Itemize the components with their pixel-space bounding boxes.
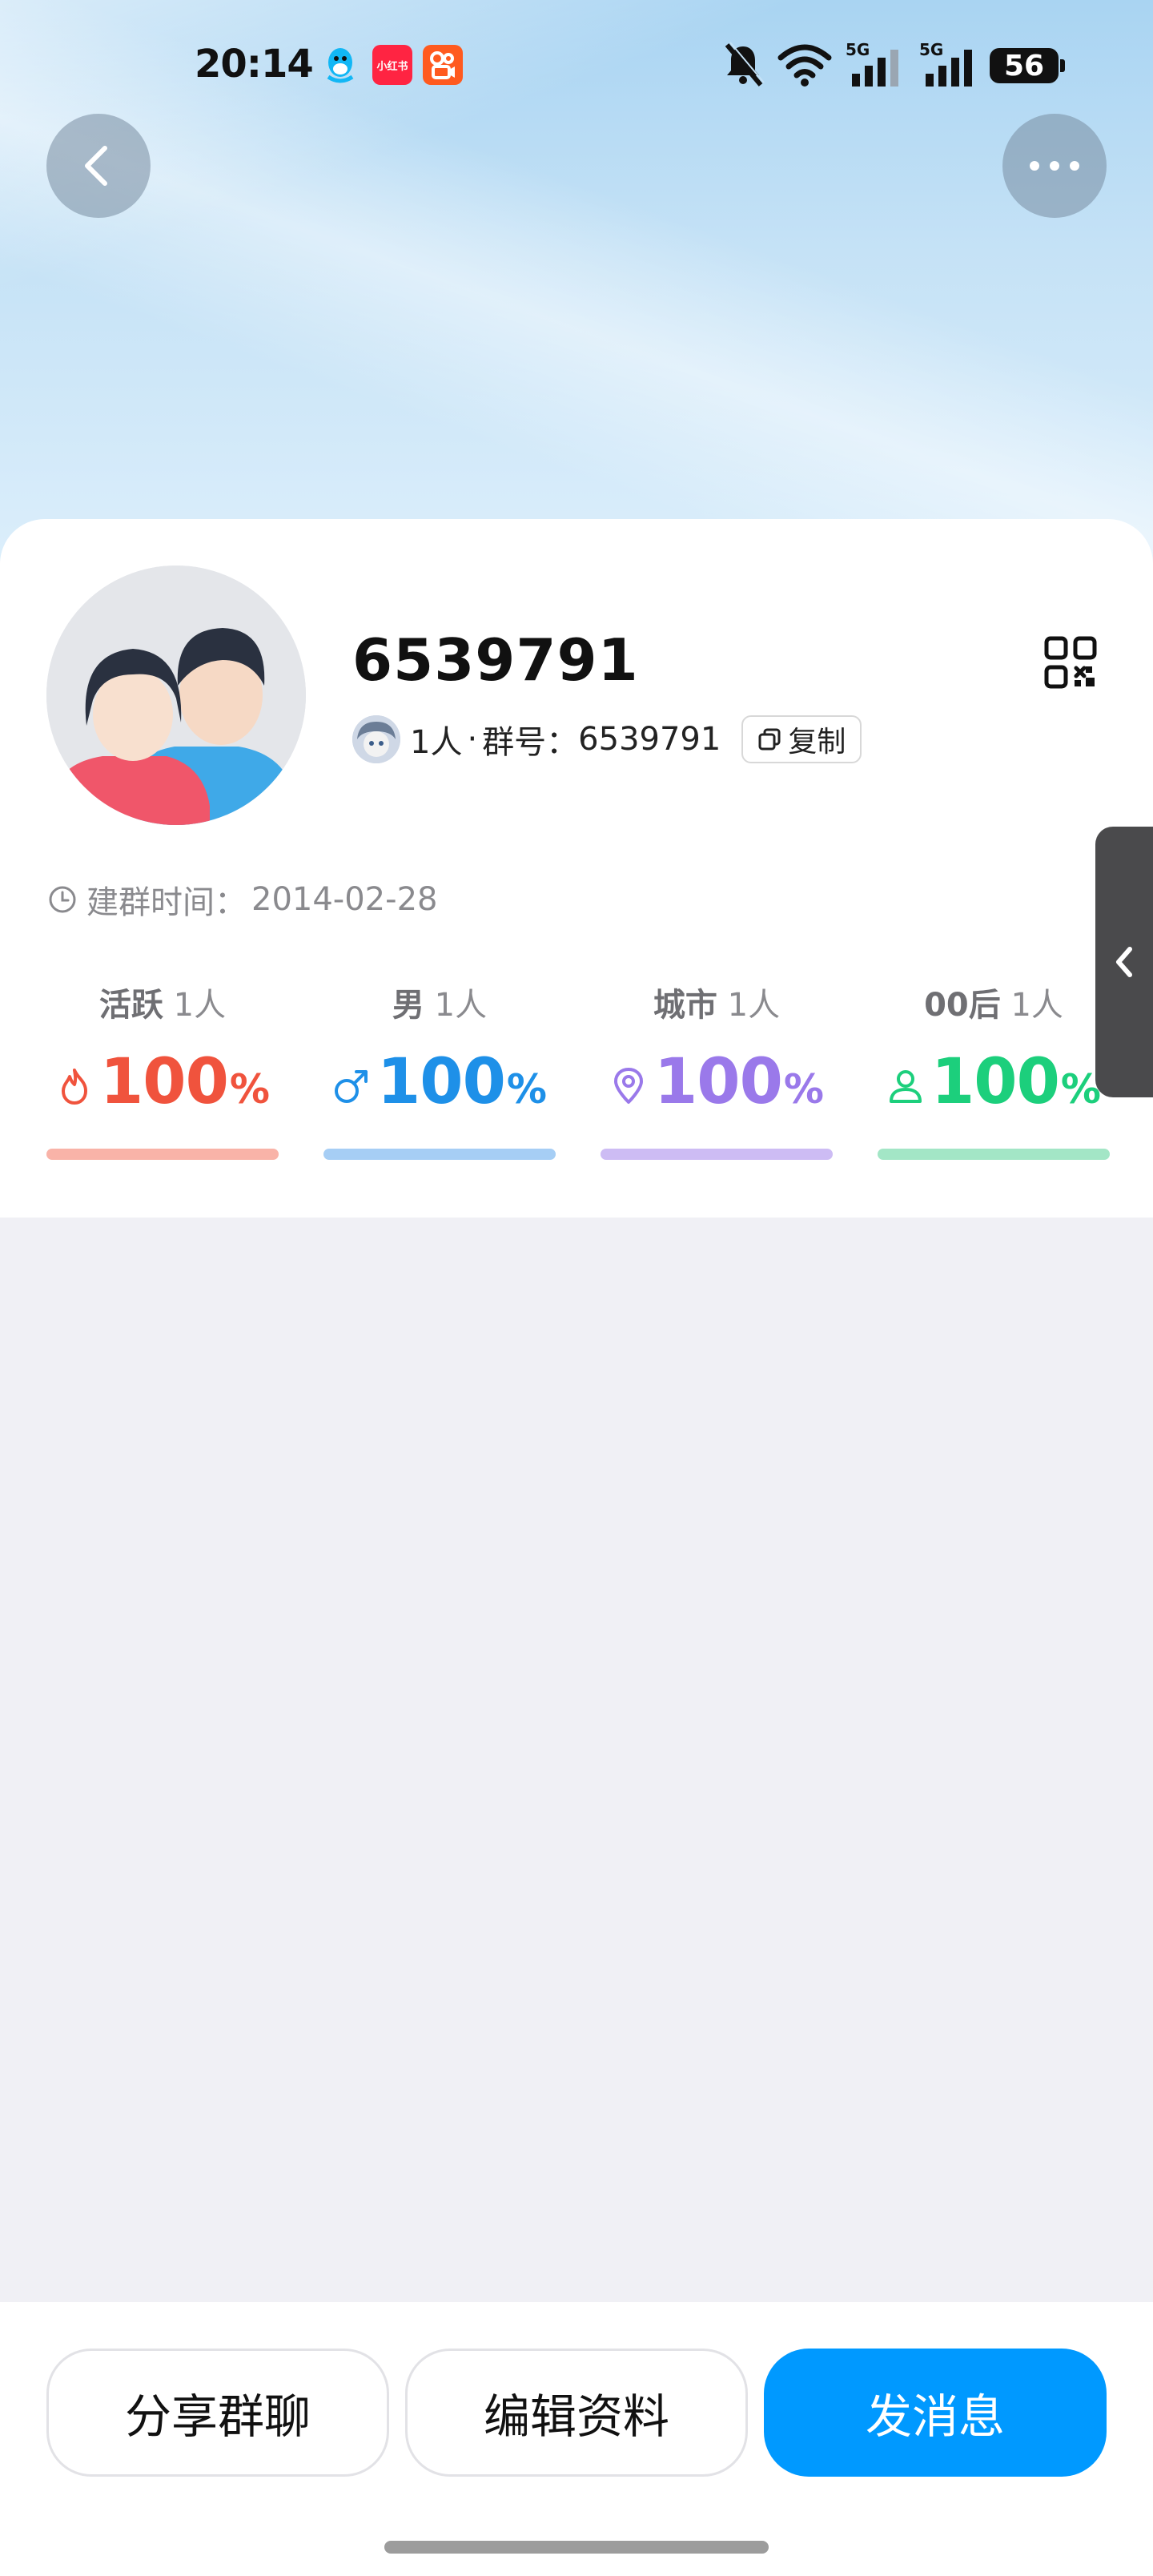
location-pin-icon: [614, 1068, 644, 1104]
member-avatar-image: [352, 715, 400, 763]
back-button[interactable]: [46, 114, 151, 218]
group-avatar[interactable]: [46, 566, 306, 825]
member-count: 1人: [410, 724, 463, 761]
stat-active: 活跃 1人 100 %: [46, 972, 279, 1165]
group-id-value: 6539791: [578, 721, 721, 758]
share-group-button[interactable]: 分享群聊: [46, 2349, 389, 2477]
kuaishou-notification-icon: [423, 45, 463, 85]
stat-value: 100 %: [878, 1046, 1110, 1126]
xiaohongshu-notification-icon: 小红书: [372, 45, 412, 85]
stat-male: 男 1人 100 %: [323, 972, 556, 1165]
meta-separator: ·: [467, 721, 478, 758]
chevron-left-icon: [85, 146, 107, 186]
signal-bars-icon: [926, 50, 972, 87]
send-message-button[interactable]: 发消息: [764, 2349, 1107, 2477]
status-bar: 20:14 小红书 5G 5G 56: [0, 0, 1153, 132]
stat-value: 100 %: [46, 1046, 279, 1126]
created-date-row: 建群时间： 2014-02-28: [48, 876, 437, 923]
edit-profile-button[interactable]: 编辑资料: [405, 2349, 748, 2477]
battery-indicator: 56: [990, 48, 1065, 83]
wifi-icon: [777, 44, 832, 87]
flame-icon: [62, 1069, 88, 1105]
stat-value: 100 %: [323, 1046, 556, 1126]
stat-title: 男 1人: [392, 987, 488, 1024]
copy-id-button[interactable]: 复制: [741, 715, 862, 763]
person-icon: [890, 1070, 922, 1103]
member-avatar[interactable]: [352, 715, 400, 763]
stat-city: 城市 1人 100 %: [601, 972, 833, 1165]
more-horizontal-icon: [1030, 161, 1079, 171]
more-options-button[interactable]: [1002, 114, 1107, 218]
group-avatar-illustration: [46, 566, 306, 825]
qq-notification-icon: [320, 45, 360, 85]
male-icon: [335, 1070, 368, 1103]
qr-code-icon[interactable]: [1044, 636, 1097, 689]
group-name: 6539791: [352, 626, 639, 694]
created-date-value: 2014-02-28: [251, 881, 438, 918]
group-meta-row: 1人 · 群号： 6539791 复制: [352, 711, 862, 767]
group-id-label: 群号：: [482, 724, 579, 761]
home-indicator[interactable]: [384, 2541, 769, 2554]
cellular-signal-2: 5G: [919, 40, 977, 88]
stat-value: 100 %: [601, 1046, 833, 1126]
cellular-signal-1: 5G: [846, 40, 903, 88]
stat-bar: [323, 1149, 556, 1160]
stat-age: 00后 1人 100 %: [878, 972, 1110, 1165]
stat-title: 活跃 1人: [98, 987, 227, 1024]
stat-bar: [601, 1149, 833, 1160]
silent-bell-icon: [725, 42, 765, 87]
stat-title: 城市 1人: [653, 987, 781, 1024]
signal-bars-icon: [852, 50, 898, 87]
stat-title: 00后 1人: [924, 987, 1063, 1024]
side-panel-handle[interactable]: [1095, 827, 1153, 1097]
copy-icon: [758, 728, 781, 751]
created-date-label: 建群时间：: [86, 884, 247, 921]
stat-bar: [46, 1149, 279, 1160]
stat-bar: [878, 1149, 1110, 1160]
chevron-left-icon: [1116, 947, 1132, 977]
copy-label: 复制: [788, 726, 846, 759]
clock-icon: [49, 886, 76, 913]
status-time: 20:14: [195, 42, 314, 87]
